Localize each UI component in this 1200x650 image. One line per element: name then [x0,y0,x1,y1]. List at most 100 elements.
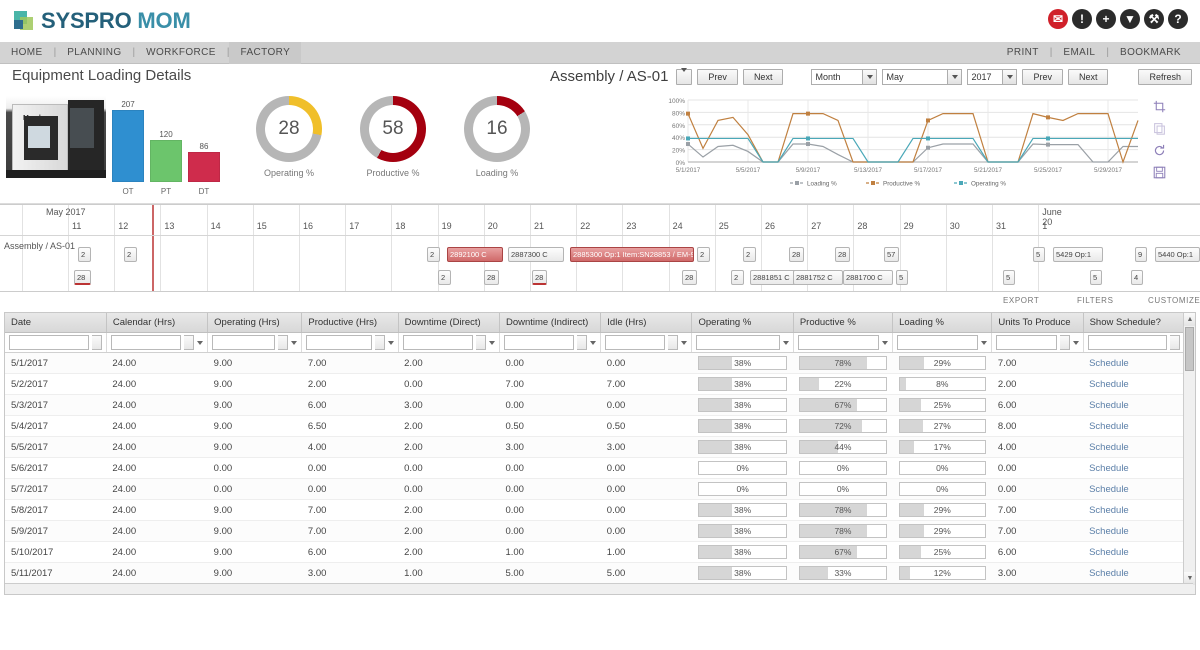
schedule-link[interactable]: Schedule [1089,547,1129,558]
gantt-task[interactable]: 4 [1131,270,1143,285]
horizontal-scrollbar[interactable] [5,583,1193,594]
table-row[interactable]: 5/9/2017 24.00 9.00 7.00 2.00 0.00 0.00 38% 78% 2… [5,520,1185,542]
filter-caret-icon[interactable] [590,340,597,345]
filter-caret-icon[interactable] [91,335,102,350]
gantt-timeline[interactable]: 11 12 13 14 15 16 17 18 19 20 21 22 23 24 25 26 27 28 29 30… [0,204,1200,292]
filter-caret-icon[interactable] [197,340,204,345]
gantt-task[interactable]: 28 [835,247,850,262]
filter-input-date[interactable] [9,335,89,350]
wrench-icon[interactable]: ⚒ [1144,9,1164,29]
download-icon[interactable]: ▼ [1120,9,1140,29]
envelope-icon[interactable]: ✉ [1048,9,1068,29]
gantt-task[interactable]: 5440 Op:1 [1155,247,1200,262]
vertical-scrollbar[interactable]: ▲ ▼ [1183,313,1195,594]
toolbar-link-filters[interactable]: FILTERS [1077,296,1114,305]
add-icon[interactable]: + [1096,9,1116,29]
filter-input-productive--hrs-[interactable] [306,335,372,350]
period-month-caret[interactable] [948,68,963,85]
column-header-productive--[interactable]: Productive % [793,313,894,333]
period-next-button[interactable]: Next [1067,68,1109,85]
nav-item-home[interactable]: HOME [0,42,54,64]
alert-icon[interactable]: ! [1072,9,1092,29]
column-header-units-to-produce[interactable]: Units To Produce [991,313,1084,333]
table-row[interactable]: 5/7/2017 24.00 0.00 0.00 0.00 0.00 0.00 0% 0% 0% 0… [5,478,1185,500]
filter-caret-icon[interactable] [387,340,394,345]
filter-input-calendar--hrs-[interactable] [110,335,182,350]
column-header-show-schedule-[interactable]: Show Schedule? [1083,313,1186,333]
gantt-task[interactable]: 2 [78,247,91,262]
schedule-link[interactable]: Schedule [1089,505,1129,516]
period-type-caret[interactable] [863,68,878,85]
schedule-link[interactable]: Schedule [1089,484,1129,495]
gantt-task[interactable]: 2 [124,247,137,262]
filter-caret-icon[interactable] [1170,335,1180,350]
filter-spinner[interactable] [184,335,195,350]
filter-caret-icon[interactable] [782,340,789,345]
schedule-link[interactable]: Schedule [1089,400,1129,411]
refresh-icon[interactable] [1153,144,1166,157]
column-header-loading--[interactable]: Loading % [892,313,993,333]
gantt-task[interactable]: 2881752 C [793,270,843,285]
refresh-button[interactable]: Refresh [1138,68,1192,85]
save-icon[interactable] [1153,166,1166,179]
filter-caret-icon[interactable] [681,340,688,345]
filter-spinner[interactable] [475,335,486,350]
nav-action-bookmark[interactable]: BOOKMARK [1109,42,1192,64]
gantt-task[interactable]: 28 [74,270,91,285]
gauge-operating[interactable]: 28 Operating % [250,96,328,178]
column-header-downtime--indirect-[interactable]: Downtime (Indirect) [499,313,602,333]
asset-dropdown-button[interactable] [676,67,693,85]
filter-spinner[interactable] [577,335,588,350]
gantt-task[interactable]: 28 [532,270,547,285]
gauge-loading[interactable]: 16 Loading % [458,96,536,178]
table-row[interactable]: 5/5/2017 24.00 9.00 4.00 2.00 3.00 3.00 38% 44% 1… [5,436,1185,458]
gantt-task[interactable]: 5 [896,270,908,285]
gantt-task[interactable]: 5429 Op:1 [1053,247,1103,262]
scroll-up-button[interactable]: ▲ [1184,313,1195,326]
toolbar-link-customize[interactable]: CUSTOMIZE [1148,296,1200,305]
app-logo[interactable]: SYSPRO MOM [14,8,191,34]
nav-action-email[interactable]: EMAIL [1052,42,1106,64]
gantt-task[interactable]: 2 [743,247,756,262]
period-year-select[interactable]: 2017 [967,68,1018,85]
schedule-link[interactable]: Schedule [1089,463,1129,474]
table-row[interactable]: 5/10/2017 24.00 9.00 6.00 2.00 1.00 1.00 38% 67%… [5,541,1185,563]
nav-item-factory[interactable]: FACTORY [229,41,302,64]
table-row[interactable]: 5/2/2017 24.00 9.00 2.00 0.00 7.00 7.00 38% 22% 8… [5,373,1185,395]
filter-caret-icon[interactable] [1072,340,1079,345]
bar-dt[interactable] [188,152,220,182]
schedule-link[interactable]: Schedule [1089,568,1129,579]
gantt-task[interactable]: 5 [1090,270,1102,285]
table-row[interactable]: 5/1/2017 24.00 9.00 7.00 2.00 0.00 0.00 38% 78% 2… [5,352,1185,374]
trend-line-chart[interactable]: 0% 20% 40% 60% 80% 100% 5/1/2017 5/5/2017 5/9/20… [660,94,1170,202]
filter-input-operating--[interactable] [696,335,780,350]
period-type-select[interactable]: Month [811,68,878,85]
nav-action-print[interactable]: PRINT [996,42,1050,64]
filter-spinner[interactable] [278,335,289,350]
gantt-task[interactable]: 2 [697,247,710,262]
help-icon[interactable]: ? [1168,9,1188,29]
column-header-operating--hrs-[interactable]: Operating (Hrs) [207,313,303,333]
filter-input-operating--hrs-[interactable] [212,335,276,350]
period-year-caret[interactable] [1003,68,1018,85]
gantt-task[interactable]: 2 [731,270,744,285]
column-header-idle--hrs-[interactable]: Idle (Hrs) [600,313,693,333]
bar-ot[interactable] [112,110,144,182]
crop-icon[interactable] [1153,100,1166,113]
asset-next-button[interactable]: Next [742,68,784,85]
nav-item-workforce[interactable]: WORKFORCE [135,42,227,64]
nav-item-planning[interactable]: PLANNING [56,42,132,64]
filter-caret-icon[interactable] [291,340,298,345]
filter-spinner[interactable] [668,335,679,350]
column-header-downtime--direct-[interactable]: Downtime (Direct) [398,313,500,333]
column-header-operating--[interactable]: Operating % [691,313,794,333]
table-row[interactable]: 5/8/2017 24.00 9.00 7.00 2.00 0.00 0.00 38% 78% 2… [5,499,1185,521]
gantt-task[interactable]: 2881700 C [843,270,893,285]
gantt-task[interactable]: 2885300 Op:1 Item:SN28853 / EM-96220 [570,247,694,262]
filter-input-show-schedule-[interactable] [1087,335,1167,350]
vertical-scroll-thumb[interactable] [1185,327,1194,371]
gantt-task[interactable]: 5 [1003,270,1015,285]
copy-icon[interactable] [1153,122,1166,135]
period-prev-button[interactable]: Prev [1022,68,1063,85]
gantt-task[interactable]: 2 [438,270,451,285]
